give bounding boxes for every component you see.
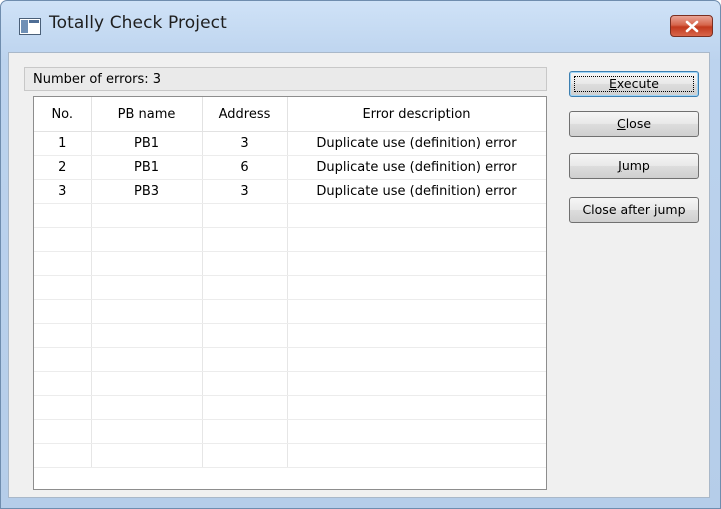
cell-empty [34, 347, 92, 372]
table-row[interactable]: 2 PB1 6 Duplicate use (definition) error [34, 155, 546, 180]
table-row [34, 395, 546, 420]
cell-empty [287, 251, 546, 276]
cell-empty [34, 299, 92, 324]
cell-empty [91, 323, 203, 348]
cell-no: 1 [34, 131, 92, 156]
error-list[interactable]: No. PB name Address Error description 1P… [33, 96, 547, 490]
cell-empty [202, 395, 288, 420]
cell-empty [91, 443, 203, 468]
close-mnemonic: C [616, 116, 626, 131]
table-row [34, 275, 546, 300]
column-header-address[interactable]: Address [202, 97, 288, 132]
cell-empty [91, 419, 203, 444]
cell-empty [34, 371, 92, 396]
cell-empty [91, 251, 203, 276]
table-header-row: No. PB name Address Error description [34, 97, 546, 132]
cell-empty [202, 443, 288, 468]
cell-empty [34, 443, 92, 468]
cell-empty [287, 203, 546, 228]
cell-empty [91, 347, 203, 372]
focus-rectangle [574, 76, 694, 92]
cell-empty [287, 299, 546, 324]
jump-button[interactable]: Jump [569, 153, 699, 179]
close-button[interactable]: Close [569, 111, 699, 137]
cell-empty [202, 227, 288, 252]
error-count-panel: Number of errors: 3 [24, 67, 547, 91]
window-close-button[interactable] [670, 15, 713, 37]
cell-empty [34, 395, 92, 420]
cell-address: 3 [202, 131, 288, 156]
close-label: lose [625, 116, 652, 131]
cell-empty [202, 251, 288, 276]
table-row [34, 227, 546, 252]
cell-empty [91, 395, 203, 420]
table-row[interactable]: 3 PB3 3 Duplicate use (definition) error [34, 179, 546, 204]
cell-address: 6 [202, 155, 288, 180]
cell-empty [287, 323, 546, 348]
cell-empty [202, 299, 288, 324]
cell-empty [34, 203, 92, 228]
cell-empty [287, 275, 546, 300]
cell-empty [287, 419, 546, 444]
cell-empty [287, 443, 546, 468]
cell-empty [34, 275, 92, 300]
table-row [34, 299, 546, 324]
table-row [34, 443, 546, 468]
cell-empty [287, 347, 546, 372]
cell-pb-name: PB1 [91, 131, 203, 156]
table-row [34, 251, 546, 276]
cell-empty [202, 371, 288, 396]
cell-empty [91, 203, 203, 228]
table-row [34, 371, 546, 396]
cell-empty [287, 395, 546, 420]
cell-empty [91, 299, 203, 324]
error-table: No. PB name Address Error description 1P… [34, 97, 546, 468]
jump-label: ump [621, 158, 650, 173]
cell-empty [91, 227, 203, 252]
cell-empty [34, 227, 92, 252]
cell-empty [34, 419, 92, 444]
cell-pb-name: PB1 [91, 155, 203, 180]
column-header-pb-name[interactable]: PB name [91, 97, 203, 132]
cell-empty [287, 371, 546, 396]
cell-empty [287, 227, 546, 252]
close-icon [685, 20, 699, 33]
cell-empty [34, 251, 92, 276]
cell-pb-name: PB3 [91, 179, 203, 204]
column-header-error-description[interactable]: Error description [287, 97, 546, 132]
cell-no: 2 [34, 155, 92, 180]
cell-empty [34, 323, 92, 348]
window-title: Totally Check Project [49, 13, 227, 33]
window-icon [19, 18, 41, 35]
execute-button[interactable]: Execute [569, 71, 699, 97]
cell-empty [202, 347, 288, 372]
cell-empty [202, 203, 288, 228]
table-row [34, 323, 546, 348]
table-row [34, 419, 546, 444]
column-header-no[interactable]: No. [34, 97, 92, 132]
cell-empty [91, 371, 203, 396]
cell-error-description: Duplicate use (definition) error [287, 155, 546, 180]
title-bar[interactable]: Totally Check Project [1, 1, 720, 53]
cell-error-description: Duplicate use (definition) error [287, 179, 546, 204]
table-row [34, 347, 546, 372]
error-count-label: Number of errors: 3 [33, 72, 162, 87]
cell-empty [202, 419, 288, 444]
table-row [34, 203, 546, 228]
cell-address: 3 [202, 179, 288, 204]
cell-no: 3 [34, 179, 92, 204]
table-row[interactable]: 1 PB1 3 Duplicate use (definition) error [34, 131, 546, 156]
cell-error-description: Duplicate use (definition) error [287, 131, 546, 156]
cell-empty [202, 323, 288, 348]
cell-empty [202, 275, 288, 300]
close-after-jump-button[interactable]: Close after jump [569, 197, 699, 223]
cell-empty [91, 275, 203, 300]
